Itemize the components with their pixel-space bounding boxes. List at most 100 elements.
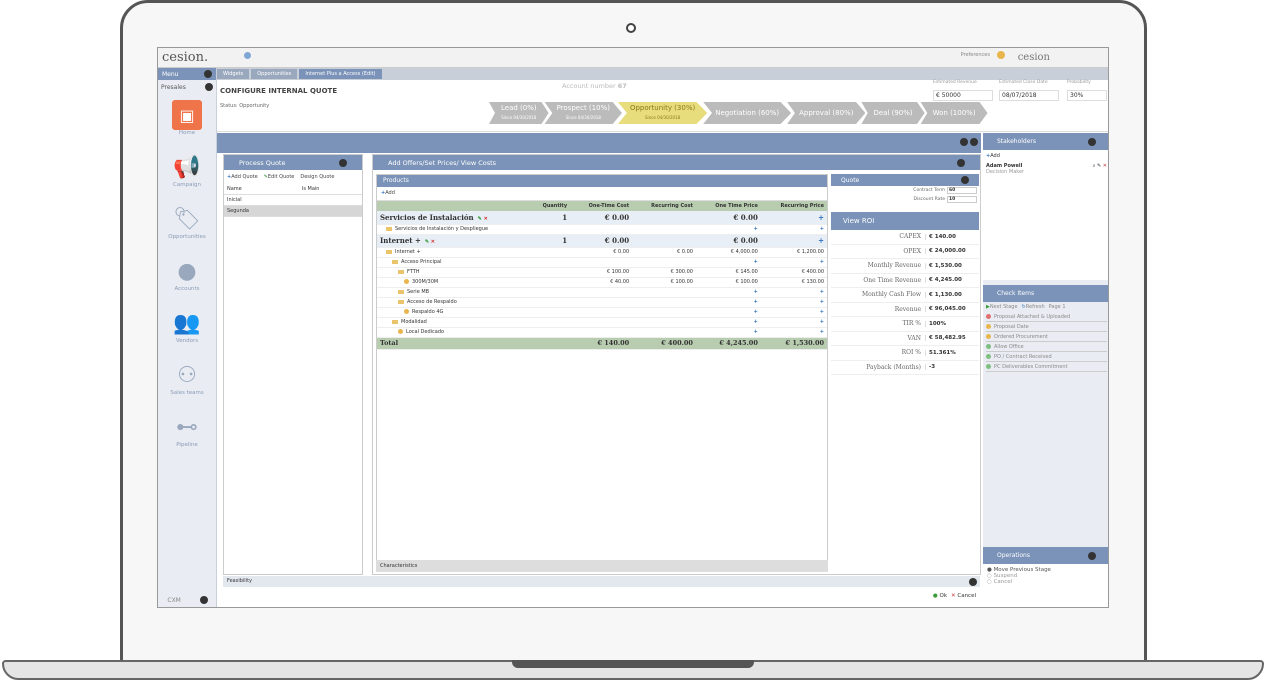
- user-menu-icon[interactable]: [997, 51, 1005, 59]
- presales-toggle-icon[interactable]: [205, 83, 213, 91]
- column-header[interactable]: Name: [224, 184, 299, 195]
- table-row[interactable]: Serie MB + +: [377, 287, 827, 298]
- check-item[interactable]: Ordered Procurement: [986, 332, 1107, 342]
- cell-otp[interactable]: +: [695, 287, 761, 298]
- column-header[interactable]: Recurring Price: [760, 201, 827, 211]
- add-quote-button[interactable]: +Add Quote: [227, 174, 258, 180]
- close-icon[interactable]: [957, 158, 965, 167]
- search-icon[interactable]: ⌕: [1093, 163, 1096, 169]
- tab-opportunities[interactable]: Opportunities: [251, 69, 298, 79]
- view-roi-button[interactable]: View ROI: [831, 212, 979, 230]
- column-header[interactable]: Recurring Cost: [632, 201, 696, 211]
- contract-term-field[interactable]: 60: [947, 187, 977, 194]
- table-row[interactable]: Acceso Principal + +: [377, 257, 827, 268]
- cell-rp[interactable]: +: [760, 307, 827, 318]
- stage-0[interactable]: Lead (0%) Since 04/30/2018: [489, 102, 549, 124]
- collapse-icon[interactable]: [1088, 137, 1096, 146]
- delete-icon[interactable]: ✕: [431, 239, 435, 245]
- design-quote-button[interactable]: Design Quote: [300, 174, 334, 180]
- stage-4[interactable]: Approval (80%): [787, 102, 866, 124]
- stage-3[interactable]: Negotiation (60%): [703, 102, 792, 124]
- ok-button[interactable]: ● Ok: [933, 593, 947, 599]
- table-row[interactable]: Inicial: [224, 194, 362, 206]
- expand-icon[interactable]: [960, 138, 968, 146]
- stage-6[interactable]: Won (100%): [920, 102, 988, 124]
- cell-rp[interactable]: +: [760, 234, 827, 248]
- table-row[interactable]: Respaldo 4G + +: [377, 307, 827, 318]
- nav-item-vendors[interactable]: 👥 Vendors: [158, 308, 216, 354]
- cell-rp[interactable]: +: [760, 297, 827, 308]
- table-row[interactable]: Servicios de Instalación y Despliegue + +: [377, 224, 827, 235]
- check-item[interactable]: Proposal Date: [986, 322, 1107, 332]
- table-row[interactable]: Internet + ✎ ✕ 1 € 0.00 € 0.00 +: [377, 234, 827, 248]
- edit-quote-button[interactable]: ✎Edit Quote: [264, 174, 295, 180]
- cell-rp[interactable]: +: [760, 317, 827, 328]
- nav-item-sales-teams[interactable]: ⚇ Sales teams: [158, 360, 216, 406]
- cell-otp[interactable]: +: [695, 257, 761, 268]
- column-header[interactable]: Quantity: [529, 201, 571, 211]
- probability-field[interactable]: 30%: [1067, 90, 1107, 101]
- delete-icon[interactable]: ✕: [484, 216, 488, 222]
- column-header[interactable]: One Time Price: [695, 201, 761, 211]
- table-row[interactable]: Servicios de Instalación ✎ ✕ 1 € 0.00 € 0.00…: [377, 211, 827, 225]
- table-row[interactable]: FTTH € 100.00 € 300.00 € 145.00 € 400.00: [377, 267, 827, 278]
- cell-rp[interactable]: +: [760, 287, 827, 298]
- table-row[interactable]: Segunda: [224, 205, 362, 217]
- cell-rp[interactable]: +: [760, 211, 827, 225]
- estimated-close-field[interactable]: 08/07/2018: [999, 90, 1059, 101]
- characteristics-bar[interactable]: Characteristics: [376, 560, 828, 572]
- check-item[interactable]: Proposal Attached & Uploaded: [986, 312, 1107, 322]
- cxm-footer[interactable]: CXM: [158, 596, 217, 604]
- tab-internet-plus[interactable]: Internet Plus a Access (Edit): [299, 69, 382, 79]
- table-row[interactable]: 300M/30M € 40.00 € 100.00 € 100.00 € 130.00: [377, 277, 827, 288]
- tab-widgets[interactable]: Widgets: [217, 69, 250, 79]
- nav-item-pipeline[interactable]: ⊷ Pipeline: [158, 412, 216, 458]
- presales-header[interactable]: Presales: [158, 80, 216, 94]
- globe-icon[interactable]: [244, 52, 251, 59]
- cell-otp[interactable]: +: [695, 327, 761, 338]
- preferences-label[interactable]: Preferences: [961, 52, 990, 58]
- nav-item-campaign[interactable]: 📢 Campaign: [158, 152, 216, 198]
- feasibility-bar[interactable]: Feasibility: [223, 576, 980, 587]
- column-header[interactable]: One-Time Cost: [570, 201, 633, 211]
- refresh-button[interactable]: ↻Refresh: [1022, 304, 1045, 310]
- nav-item-home[interactable]: ▣ Home: [158, 100, 216, 146]
- table-row[interactable]: Acceso de Respaldo + +: [377, 297, 827, 308]
- cell-rp[interactable]: +: [760, 257, 827, 268]
- cxm-toggle-icon[interactable]: [199, 596, 208, 604]
- collapse-icon[interactable]: [339, 158, 347, 167]
- menu-bar[interactable]: Menu: [158, 68, 216, 80]
- edit-icon[interactable]: ✎: [1097, 163, 1101, 169]
- delete-icon[interactable]: ✕: [1103, 163, 1107, 169]
- menu-toggle-icon[interactable]: [204, 70, 212, 78]
- cancel-button[interactable]: ✕ Cancel: [951, 593, 976, 599]
- add-product-button[interactable]: +Add: [377, 187, 827, 201]
- cell-otp[interactable]: +: [695, 307, 761, 318]
- table-row[interactable]: Internet + € 0.00 € 0.00 € 4,000.00 € 1,200.…: [377, 247, 827, 258]
- cell-otp[interactable]: +: [695, 317, 761, 328]
- collapse-icon[interactable]: [969, 578, 977, 586]
- next-stage-button[interactable]: ▶Next Stage: [986, 304, 1018, 310]
- table-row[interactable]: Local Dedicado + +: [377, 327, 827, 338]
- estimated-revenue-field[interactable]: € 50000: [933, 90, 993, 101]
- cell-otp[interactable]: +: [695, 297, 761, 308]
- collapse-icon[interactable]: [1088, 551, 1096, 560]
- table-row[interactable]: Modalidad + +: [377, 317, 827, 328]
- check-item[interactable]: PO / Contract Received: [986, 352, 1107, 362]
- discount-rate-field[interactable]: 10: [947, 196, 977, 203]
- collapse-icon[interactable]: [961, 176, 969, 184]
- nav-item-accounts[interactable]: ● Accounts: [158, 256, 216, 302]
- close-icon[interactable]: [970, 138, 978, 146]
- cancel-option[interactable]: ○ Cancel: [987, 579, 1106, 585]
- column-header[interactable]: Is Main: [298, 184, 362, 195]
- check-item[interactable]: Allow Office: [986, 342, 1107, 352]
- check-item[interactable]: PC Deliverables Commitment: [986, 362, 1107, 372]
- cell-otp[interactable]: +: [695, 224, 761, 235]
- stage-1[interactable]: Prospect (10%) Since 04/30/2018: [544, 102, 622, 124]
- add-stakeholder-button[interactable]: +Add: [986, 153, 1107, 159]
- nav-item-opportunities[interactable]: 🏷 Opportunities: [158, 204, 216, 250]
- stage-5[interactable]: Deal (90%): [861, 102, 925, 124]
- cell-rp[interactable]: +: [760, 327, 827, 338]
- stage-2[interactable]: Opportunity (30%) Since 04/30/2018: [617, 102, 708, 124]
- cell-rp[interactable]: +: [760, 224, 827, 235]
